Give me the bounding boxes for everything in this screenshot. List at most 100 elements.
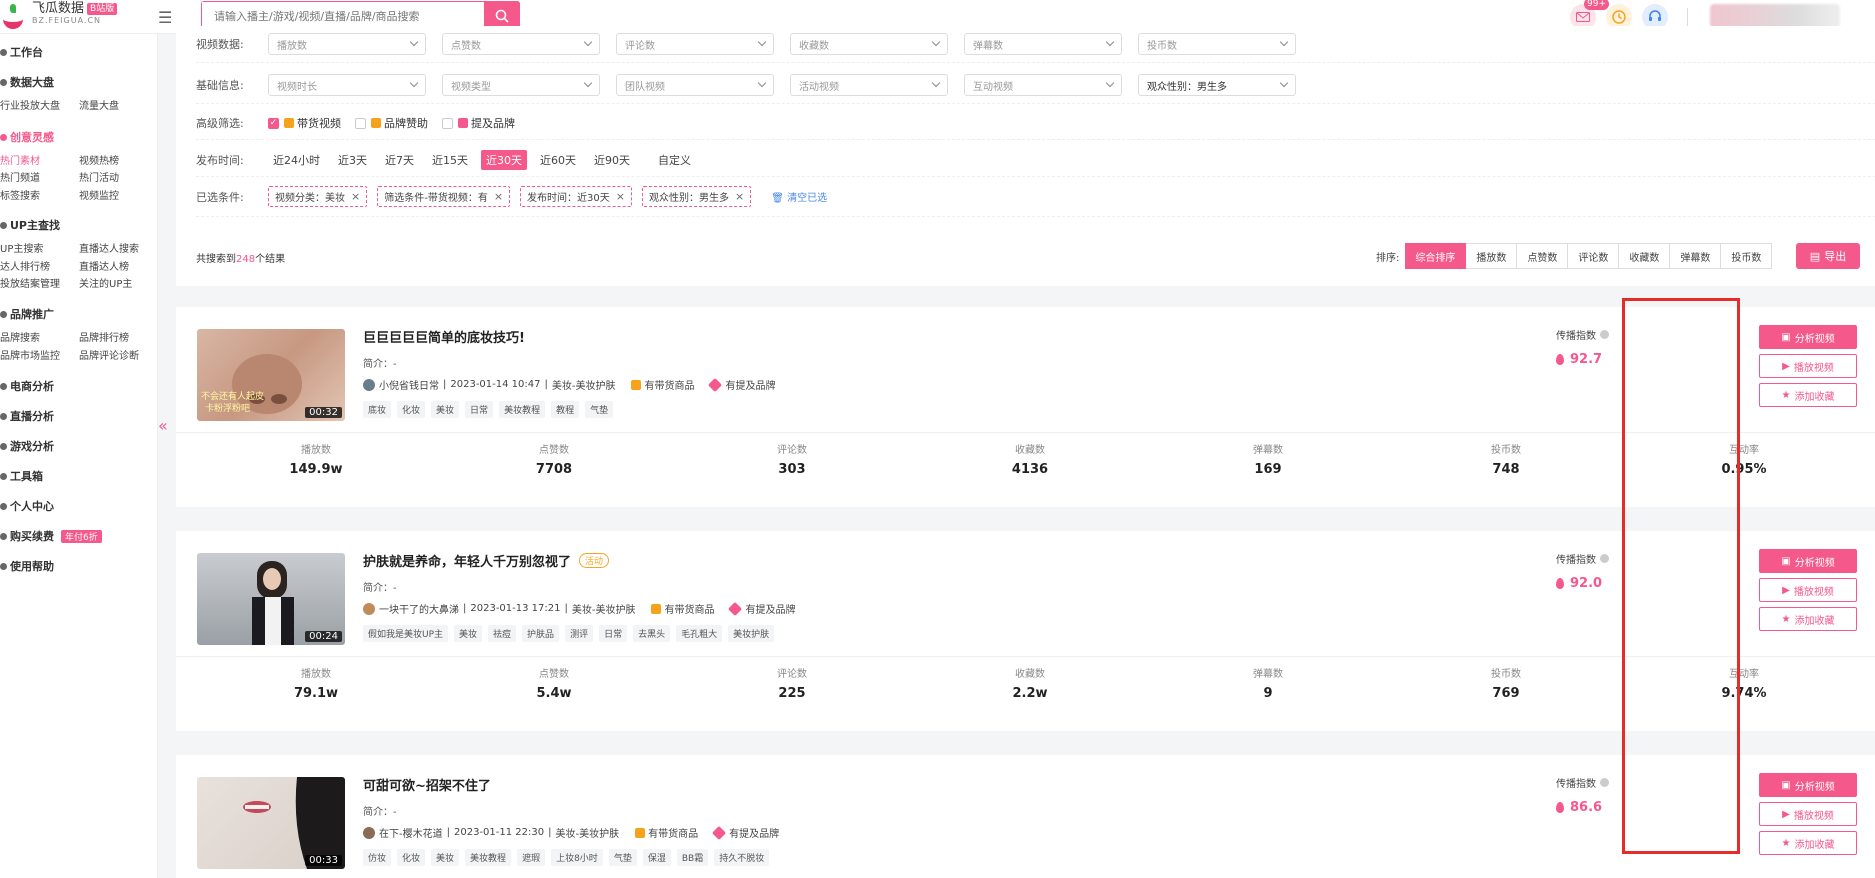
- tag[interactable]: 底妆: [363, 401, 392, 418]
- sidebar-item-profile[interactable]: 个人中心: [0, 498, 54, 514]
- sidebar-sub-campaign[interactable]: 投放结案管理: [0, 275, 60, 290]
- app-logo[interactable]: 飞瓜数据 B站版 BZ.FEIGUA.CN: [0, 2, 118, 29]
- checkbox-brand-sponsor[interactable]: 品牌赞助: [355, 115, 428, 131]
- sort-plays[interactable]: 播放数: [1466, 243, 1518, 269]
- select-coins[interactable]: 投币数: [1138, 33, 1296, 55]
- sidebar-sub-hot-activity[interactable]: 热门活动: [79, 169, 119, 184]
- sidebar-sub-followed[interactable]: 关注的UP主: [79, 275, 132, 290]
- time-3d[interactable]: 近3天: [333, 150, 372, 170]
- tag[interactable]: 去黑头: [633, 625, 671, 642]
- tag[interactable]: 保湿: [642, 849, 671, 866]
- time-7d[interactable]: 近7天: [380, 150, 419, 170]
- sidebar-item-help[interactable]: 使用帮助: [0, 558, 54, 574]
- tag[interactable]: 化妆: [397, 849, 426, 866]
- sidebar-sub-hot-material[interactable]: 热门素材: [0, 152, 40, 167]
- sidebar-item-ecommerce[interactable]: 电商分析: [0, 378, 54, 394]
- select-activity-video[interactable]: 活动视频: [790, 74, 948, 96]
- tag[interactable]: 测评: [565, 625, 594, 642]
- question-icon[interactable]: [1600, 554, 1609, 563]
- sidebar-sub-traffic[interactable]: 流量大盘: [79, 97, 119, 112]
- tag[interactable]: 气垫: [585, 401, 614, 418]
- menu-toggle-icon[interactable]: ☰: [158, 8, 172, 27]
- close-icon[interactable]: ×: [616, 190, 625, 203]
- video-title[interactable]: 巨巨巨巨巨简单的底妆技巧!: [363, 327, 525, 346]
- sidebar-item-tools[interactable]: 工具箱: [0, 468, 43, 484]
- sidebar-item-workbench[interactable]: 工作台: [0, 44, 43, 60]
- video-title[interactable]: 可甜可欲~招架不住了: [363, 775, 491, 794]
- author-avatar[interactable]: [363, 826, 375, 839]
- author-name[interactable]: 小倪省钱日常: [379, 377, 439, 392]
- sort-likes[interactable]: 点赞数: [1517, 243, 1569, 269]
- sidebar-sub-live-rank[interactable]: 直播达人榜: [79, 258, 129, 273]
- sidebar-sub-hot-channel[interactable]: 热门频道: [0, 169, 40, 184]
- select-team-video[interactable]: 团队视频: [616, 74, 774, 96]
- tag[interactable]: 美妆: [431, 849, 460, 866]
- select-likes[interactable]: 点赞数: [442, 33, 600, 55]
- analyze-video-button[interactable]: ▣ 分析视频: [1759, 549, 1857, 573]
- sidebar-sub-brand-rank[interactable]: 品牌排行榜: [79, 329, 129, 344]
- sidebar-sub-video-monitor[interactable]: 视频监控: [79, 187, 119, 202]
- close-icon[interactable]: ×: [735, 190, 744, 203]
- select-comments[interactable]: 评论数: [616, 33, 774, 55]
- sidebar-item-game[interactable]: 游戏分析: [0, 438, 54, 454]
- author-name[interactable]: 一块干了的大鼻涕: [379, 601, 459, 616]
- close-icon[interactable]: ×: [351, 190, 360, 203]
- play-video-button[interactable]: ▶ 播放视频: [1759, 578, 1857, 602]
- tag[interactable]: 气垫: [608, 849, 637, 866]
- add-favorite-button[interactable]: ★ 添加收藏: [1759, 383, 1857, 407]
- author-avatar[interactable]: [363, 602, 375, 615]
- video-thumbnail[interactable]: 不会还有人起皮 卡粉浮粉吧 00:32: [197, 329, 345, 421]
- sidebar-sub-live-search[interactable]: 直播达人搜索: [79, 240, 139, 255]
- tag[interactable]: 祛痘: [488, 625, 517, 642]
- play-video-button[interactable]: ▶ 播放视频: [1759, 354, 1857, 378]
- close-icon[interactable]: ×: [494, 190, 503, 203]
- author-name[interactable]: 在下-樱木花道: [379, 825, 443, 840]
- tag[interactable]: BB霜: [676, 849, 709, 866]
- tag[interactable]: 护肤品: [522, 625, 560, 642]
- sidebar-item-purchase[interactable]: 购买续费 年付6折: [0, 528, 102, 544]
- sort-danmaku[interactable]: 弹幕数: [1670, 243, 1722, 269]
- sidebar-sub-brand-search[interactable]: 品牌搜索: [0, 329, 40, 344]
- checkbox-goods-video[interactable]: ✓ 带货视频: [268, 115, 341, 131]
- time-custom[interactable]: 自定义: [653, 150, 696, 170]
- analyze-video-button[interactable]: ▣ 分析视频: [1759, 773, 1857, 797]
- tag[interactable]: 化妆: [397, 401, 426, 418]
- sidebar-sub-video-rank[interactable]: 视频热榜: [79, 152, 119, 167]
- select-duration[interactable]: 视频时长: [268, 74, 426, 96]
- sort-coins[interactable]: 投币数: [1721, 243, 1773, 269]
- sort-favorites[interactable]: 收藏数: [1619, 243, 1671, 269]
- tag[interactable]: 假如我是美妆UP主: [363, 625, 449, 642]
- sidebar-sub-up-search[interactable]: UP主搜索: [0, 240, 43, 255]
- tag[interactable]: 美妆教程: [465, 849, 512, 866]
- select-danmaku[interactable]: 弹幕数: [964, 33, 1122, 55]
- tag[interactable]: 日常: [599, 625, 628, 642]
- sidebar-item-up-search[interactable]: UP主查找: [0, 217, 60, 233]
- time-30d[interactable]: 近30天: [481, 150, 527, 170]
- video-thumbnail[interactable]: 00:33: [197, 777, 345, 869]
- sidebar-sub-industry[interactable]: 行业投放大盘: [0, 97, 60, 112]
- clear-selected-link[interactable]: 🗑 清空已选: [771, 189, 827, 204]
- tag[interactable]: 美妆护肤: [728, 625, 775, 642]
- sidebar-sub-brand-monitor[interactable]: 品牌市场监控: [0, 347, 60, 362]
- tag[interactable]: 美妆教程: [499, 401, 546, 418]
- time-60d[interactable]: 近60天: [535, 150, 581, 170]
- sidebar-sub-brand-comment[interactable]: 品牌评论诊断: [79, 347, 139, 362]
- tag[interactable]: 上妆8小时: [551, 849, 603, 866]
- select-video-type[interactable]: 视频类型: [442, 74, 600, 96]
- sort-composite[interactable]: 综合排序: [1405, 243, 1467, 269]
- tag[interactable]: 毛孔粗大: [676, 625, 723, 642]
- add-favorite-button[interactable]: ★ 添加收藏: [1759, 607, 1857, 631]
- video-thumbnail[interactable]: 00:24: [197, 553, 345, 645]
- question-icon[interactable]: [1600, 330, 1609, 339]
- add-favorite-button[interactable]: ★ 添加收藏: [1759, 831, 1857, 855]
- time-24h[interactable]: 近24小时: [268, 150, 325, 170]
- select-plays[interactable]: 播放数: [268, 33, 426, 55]
- video-title[interactable]: 护肤就是养命，年轻人千万别忽视了 活动: [363, 551, 610, 570]
- select-favorites[interactable]: 收藏数: [790, 33, 948, 55]
- play-video-button[interactable]: ▶ 播放视频: [1759, 802, 1857, 826]
- export-button[interactable]: ▤ 导出: [1796, 243, 1860, 269]
- tag[interactable]: 美妆: [431, 401, 460, 418]
- tag[interactable]: 遮瑕: [517, 849, 546, 866]
- tag[interactable]: 日常: [465, 401, 494, 418]
- question-icon[interactable]: [1600, 778, 1609, 787]
